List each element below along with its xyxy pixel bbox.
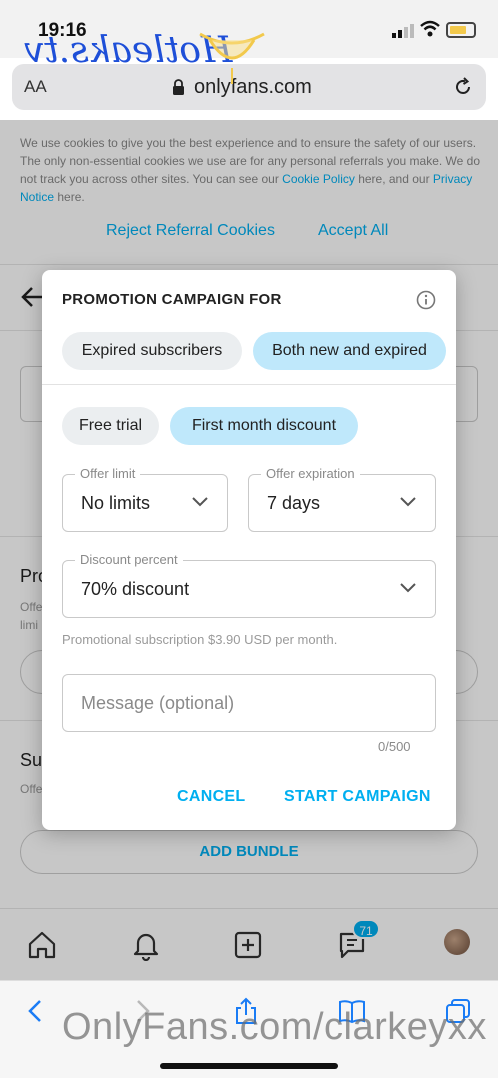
offer-limit-value: No limits [81,493,151,513]
chip-first-month-discount[interactable]: First month discount [170,407,358,445]
offer-expiration-label: Offer expiration [261,466,360,481]
back-icon[interactable] [22,997,50,1025]
reload-icon[interactable] [452,76,474,98]
message-input[interactable] [62,674,436,732]
chevron-down-icon [400,497,416,507]
battery-icon [446,22,476,38]
chevron-down-icon [192,497,208,507]
offer-expiration-value: 7 days [267,493,321,513]
info-icon[interactable] [416,290,436,310]
discount-percent-value: 70% discount [81,579,190,599]
wifi-icon [420,20,440,37]
discount-percent-select[interactable]: Discount percent 70% discount [62,552,436,618]
cellular-signal-icon [392,24,414,38]
start-campaign-button[interactable]: START CAMPAIGN [284,788,431,806]
chip-free-trial[interactable]: Free trial [62,407,159,445]
dialog-divider [42,384,456,385]
discount-percent-label: Discount percent [75,552,183,567]
bikini-logo-icon [199,32,265,84]
chevron-down-icon [400,583,416,593]
chip-both-new-and-expired[interactable]: Both new and expired [253,332,446,370]
watermark-text: OnlyFans.com/clarkeyxx [62,1006,487,1048]
promo-price-note: Promotional subscription $3.90 USD per m… [62,632,338,647]
offer-limit-select[interactable]: Offer limit No limits [62,466,228,532]
offer-expiration-select[interactable]: Offer expiration 7 days [248,466,436,532]
home-indicator [160,1063,338,1069]
promotion-campaign-dialog: PROMOTION CAMPAIGN FOR Expired subscribe… [42,270,456,830]
cancel-button[interactable]: CANCEL [177,788,245,806]
chip-expired-subscribers[interactable]: Expired subscribers [62,332,242,370]
message-char-counter: 0/500 [378,739,411,754]
dialog-title: PROMOTION CAMPAIGN FOR [62,291,282,308]
offer-limit-label: Offer limit [75,466,141,481]
watermark-logo: Hotleaks.tv [24,22,270,88]
